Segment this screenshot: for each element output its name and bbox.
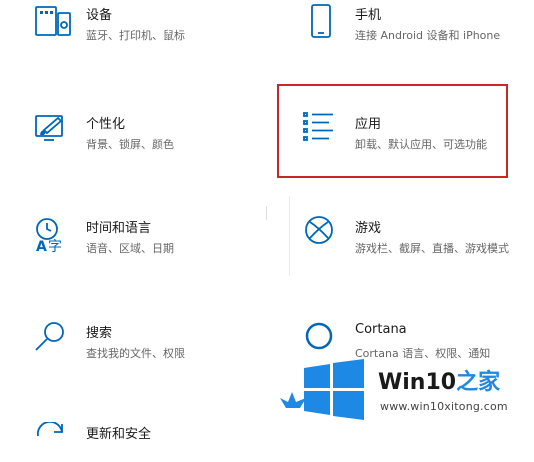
settings-item-subtitle: 背景、锁屏、颜色 [86, 138, 174, 151]
watermark-brand-prefix: Win10 [378, 370, 457, 395]
update-icon [34, 422, 74, 462]
keyboard-icon [34, 3, 74, 43]
watermark-url: www.win10xitong.com [380, 400, 508, 413]
settings-item-title: 设备 [86, 8, 113, 23]
windows-logo-icon [302, 358, 366, 422]
svg-text:A: A [36, 239, 47, 255]
settings-item-title: 个性化 [86, 117, 126, 132]
paintbrush-icon [34, 112, 74, 152]
xbox-icon [303, 216, 343, 256]
watermark-brand: Win10之家 [378, 364, 500, 396]
settings-item-title: 手机 [355, 8, 382, 23]
settings-item-title: 搜索 [86, 326, 113, 341]
settings-item-subtitle: 连接 Android 设备和 iPhone [355, 29, 501, 42]
divider [289, 196, 290, 276]
settings-item-subtitle: 游戏栏、截屏、直播、游戏模式 [355, 242, 509, 255]
divider [266, 206, 267, 220]
settings-item-title: Cortana [355, 322, 407, 337]
settings-item-subtitle: 蓝牙、打印机、鼠标 [86, 29, 185, 42]
settings-item-subtitle: 查找我的文件、权限 [86, 347, 185, 360]
svg-text:字: 字 [48, 239, 62, 255]
highlight-box [277, 84, 508, 178]
phone-icon [303, 3, 343, 43]
watermark: Win10之家 www.win10xitong.com [270, 352, 534, 433]
watermark-brand-suffix: 之家 [456, 370, 501, 395]
settings-item-title: 时间和语言 [86, 221, 152, 236]
settings-item-title: 游戏 [355, 221, 382, 236]
search-icon [34, 321, 74, 361]
time-language-icon: A 字 [34, 216, 74, 256]
settings-item-subtitle: 语音、区域、日期 [86, 242, 174, 255]
